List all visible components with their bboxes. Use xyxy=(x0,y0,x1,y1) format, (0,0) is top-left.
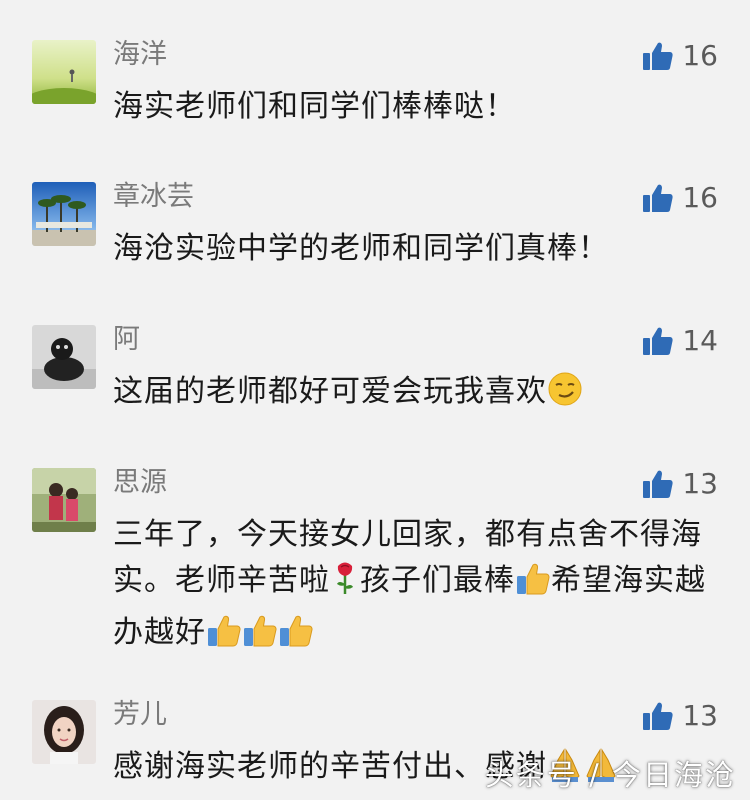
thumbs-up-icon[interactable] xyxy=(642,468,674,500)
avatar[interactable] xyxy=(32,182,96,246)
comment-text: 这届的老师都好可爱会玩我喜欢 xyxy=(113,369,713,421)
like-count: 13 xyxy=(682,467,718,500)
username[interactable]: 思源 xyxy=(113,468,167,498)
thumbs-up-icon[interactable] xyxy=(642,325,674,357)
comment-text: 三年了，今天接女儿回家，都有点舍不得海实。老师辛苦啦 孩子们最棒 希望海实越办越好 xyxy=(113,512,709,662)
watermark: 头条号 / 今日海沧 xyxy=(484,758,736,792)
avatar[interactable] xyxy=(32,325,96,389)
username[interactable]: 海洋 xyxy=(113,40,167,70)
comment-text-content: 感谢海实老师的辛苦付出、感谢 xyxy=(113,749,547,784)
thumbs-up-icon[interactable] xyxy=(642,700,674,732)
comment-text-content: 这届的老师都好可爱会玩我喜欢 xyxy=(113,374,547,409)
avatar[interactable] xyxy=(32,40,96,104)
smirk-emoji xyxy=(547,371,583,421)
avatar[interactable] xyxy=(32,468,96,532)
comment-text: 海沧实验中学的老师和同学们真棒！ xyxy=(113,231,609,266)
like-count: 16 xyxy=(682,39,718,72)
thumbs-up-icon[interactable] xyxy=(642,182,674,214)
like-button[interactable]: 16 xyxy=(642,182,718,214)
like-button[interactable]: 14 xyxy=(642,325,718,357)
like-button[interactable]: 13 xyxy=(642,468,718,500)
thumbs-up-icon[interactable] xyxy=(642,40,674,72)
rose-emoji xyxy=(330,560,360,610)
like-count: 13 xyxy=(682,699,718,732)
avatar[interactable] xyxy=(32,700,96,764)
thumbs-up-emoji xyxy=(515,560,551,610)
comment-text-content: 孩子们最棒 xyxy=(360,563,515,598)
thumbs-up-emoji xyxy=(242,612,278,662)
like-count: 16 xyxy=(682,181,718,214)
username[interactable]: 章冰芸 xyxy=(113,182,194,212)
like-button[interactable]: 16 xyxy=(642,40,718,72)
like-button[interactable]: 13 xyxy=(642,700,718,732)
thumbs-up-emoji xyxy=(206,612,242,662)
username[interactable]: 阿 xyxy=(113,325,140,355)
username[interactable]: 芳儿 xyxy=(113,700,167,730)
like-count: 14 xyxy=(682,324,718,357)
comment-list: 海洋 16 海实老师们和同学们棒棒哒！ 章冰芸 16 海沧实验中学的老师和同学们… xyxy=(0,0,750,800)
thumbs-up-emoji xyxy=(278,612,314,662)
comment-text: 海实老师们和同学们棒棒哒！ xyxy=(113,89,516,124)
